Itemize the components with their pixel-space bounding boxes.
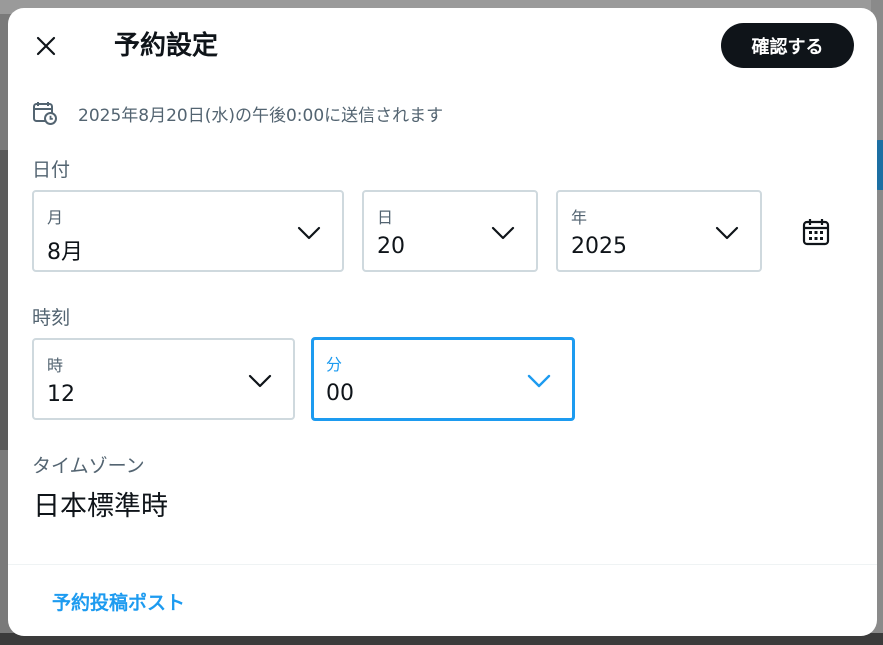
timezone-value: 日本標準時 <box>33 491 168 522</box>
year-select-label: 年 <box>571 208 588 227</box>
day-select-label: 日 <box>377 208 394 227</box>
chevron-down-icon <box>248 374 272 388</box>
timezone-label: タイムゾーン <box>32 455 145 477</box>
calendar-picker-button[interactable] <box>798 214 834 250</box>
month-select[interactable]: 月 8月 <box>32 190 344 272</box>
minute-select[interactable]: 分 00 <box>311 337 575 421</box>
month-select-value: 8月 <box>47 240 83 265</box>
year-select-value: 2025 <box>571 234 627 259</box>
footer-divider <box>8 564 877 565</box>
chevron-down-icon <box>491 226 515 240</box>
chevron-down-icon <box>297 226 321 240</box>
month-select-label: 月 <box>47 208 64 227</box>
schedule-summary-text: 2025年8月20日(水)の午後0:00に送信されます <box>78 105 444 126</box>
time-section-label: 時刻 <box>32 307 71 329</box>
chevron-down-icon <box>527 374 551 388</box>
calendar-clock-icon <box>33 102 57 125</box>
day-select-value: 20 <box>377 234 405 259</box>
date-section-label: 日付 <box>32 159 71 181</box>
chevron-down-icon <box>715 226 739 240</box>
calendar-icon <box>802 219 830 246</box>
hour-select[interactable]: 時 12 <box>32 338 295 420</box>
hour-select-label: 時 <box>47 356 64 375</box>
dialog-title: 予約設定 <box>114 31 219 61</box>
close-button[interactable] <box>30 30 62 62</box>
scheduled-posts-link[interactable]: 予約投稿ポスト <box>52 588 185 615</box>
hour-select-value: 12 <box>47 382 75 407</box>
minute-select-value: 00 <box>326 381 354 406</box>
schedule-dialog: 予約設定 確認する 2025年8月20日(水)の午後0:00に送信されます 日付… <box>8 8 877 636</box>
year-select[interactable]: 年 2025 <box>556 190 762 272</box>
schedule-summary: 2025年8月20日(水)の午後0:00に送信されます <box>32 100 443 126</box>
day-select[interactable]: 日 20 <box>362 190 538 272</box>
backdrop-left <box>0 150 8 450</box>
confirm-button[interactable]: 確認する <box>721 23 854 68</box>
minute-select-label: 分 <box>326 355 343 374</box>
close-icon <box>36 36 56 56</box>
